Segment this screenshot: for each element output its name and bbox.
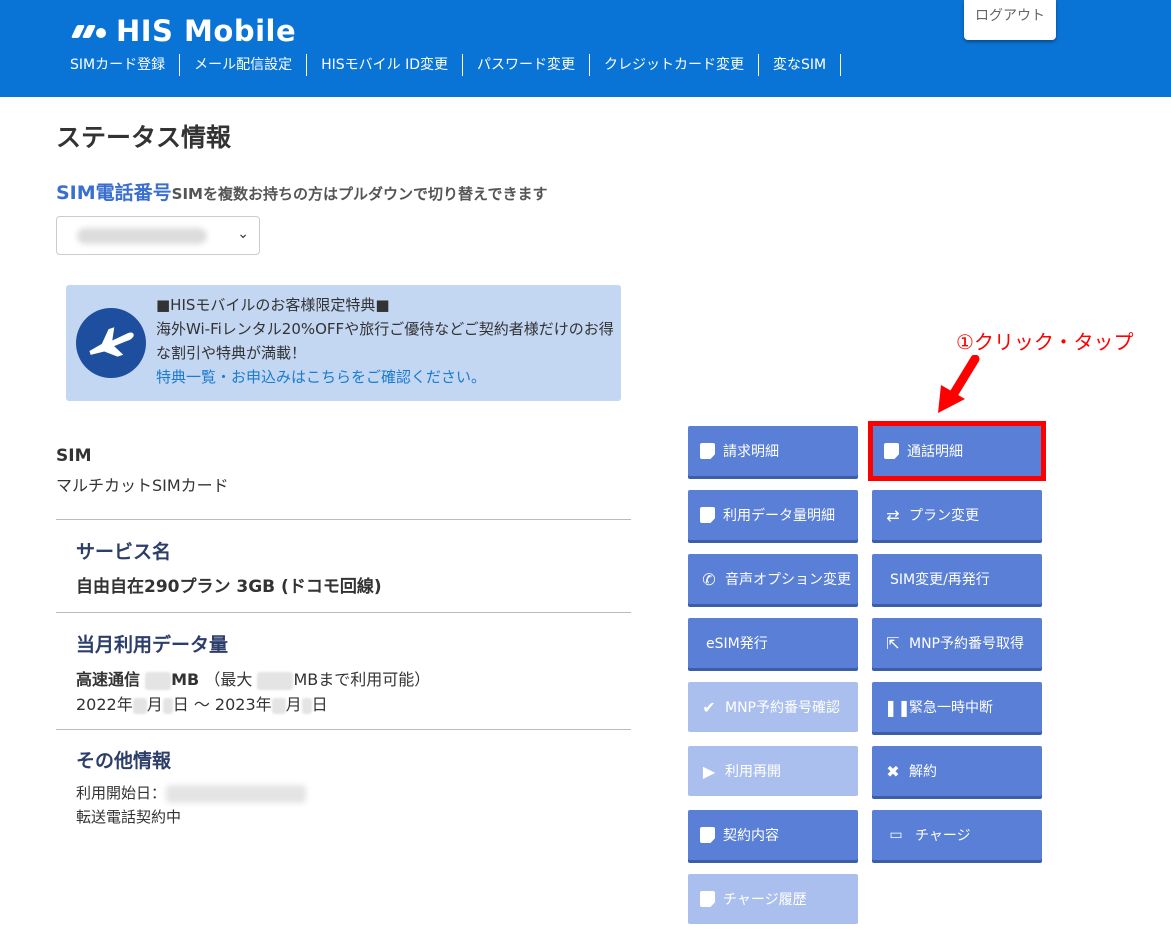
promo-banner: ■HISモバイルのお客様限定特典■ 海外Wi-Fiレンタル20%OFFや旅行ご優… [66, 285, 621, 401]
redacted-value [271, 697, 286, 714]
button-label: 請求明細 [723, 444, 779, 460]
button-label: プラン変更 [909, 508, 979, 524]
charge-history-button[interactable]: チャージ履歴 [688, 874, 858, 924]
battery-icon: ▭ [889, 827, 903, 843]
divider [56, 519, 631, 520]
sim-title: SIM [56, 446, 92, 466]
divider [56, 612, 631, 613]
document-icon [700, 891, 715, 907]
button-label: 音声オプション変更 [725, 572, 851, 588]
annotation-arrow-icon [938, 355, 980, 413]
redacted-value [132, 697, 147, 714]
sim-selector-caption: SIM電話番号SIMを複数お持ちの方はプルダウンで切り替えできます [56, 178, 548, 205]
start-date-label: 利用開始日： [76, 784, 167, 802]
highlight-box [868, 421, 1046, 481]
play-icon: ▶ [702, 761, 716, 781]
sim-selector-note: SIMを複数お持ちの方はプルダウンで切り替えできます [171, 185, 548, 203]
data-usage-details-button[interactable]: 利用データ量明細 [688, 490, 858, 540]
annotation-label: ①クリック・タップ [956, 330, 1134, 354]
button-label: 利用データ量明細 [723, 508, 835, 524]
nav-id-change[interactable]: HISモバイル ID変更 [307, 54, 464, 76]
period-start-year: 2022年 [76, 695, 133, 714]
promo-headline: ■HISモバイルのお客様限定特典■ [156, 296, 390, 314]
resume-service-button[interactable]: ▶ 利用再開 [688, 746, 858, 796]
period-month-label: 月 [285, 695, 302, 714]
nav-sim-register[interactable]: SIMカード登録 [56, 54, 181, 76]
page-title: ステータス情報 [56, 123, 232, 152]
usage-period: 2022年月日 ～ 2023年月日 [76, 691, 328, 715]
start-date: 利用開始日： [76, 782, 307, 803]
charge-button[interactable]: ▭ チャージ [872, 810, 1042, 860]
button-label: eSIM発行 [706, 636, 768, 652]
button-label: 解約 [909, 764, 937, 780]
esim-issue-button[interactable]: eSIM発行 [688, 618, 858, 668]
mnp-number-check-button[interactable]: ✔ MNP予約番号確認 [688, 682, 858, 732]
logout-button[interactable]: ログアウト [964, 0, 1056, 40]
mnp-number-get-button[interactable]: ⇱ MNP予約番号取得 [872, 618, 1042, 668]
redacted-value [257, 671, 294, 690]
sim-number-label: SIM電話番号 [56, 182, 172, 204]
period-month-label: 月 [146, 695, 163, 714]
airplane-icon [76, 308, 146, 378]
main-nav: SIMカード登録 メール配信設定 HISモバイル ID変更 パスワード変更 クレ… [56, 54, 842, 76]
nav-mail-settings[interactable]: メール配信設定 [180, 54, 308, 76]
redacted-value [301, 697, 312, 714]
divider [56, 729, 631, 730]
contract-details-button[interactable]: 契約内容 [688, 810, 858, 860]
pause-icon: ❚❚ [884, 697, 911, 717]
period-range: 日 ～ 2023年 [172, 695, 272, 714]
cancel-contract-button[interactable]: ✖ 解約 [872, 746, 1042, 796]
nav-hen-na-sim[interactable]: 変なSIM [759, 54, 842, 76]
phone-icon: ✆ [702, 569, 716, 589]
sim-number-select[interactable]: ⌄ [56, 216, 260, 255]
max-suffix: MBまで利用可能） [293, 670, 431, 689]
button-label: チャージ [915, 828, 971, 844]
button-label: 契約内容 [723, 828, 779, 844]
chevron-down-icon: ⌄ [237, 226, 249, 242]
max-prefix: （最大 [204, 670, 253, 689]
redacted-value [162, 697, 173, 714]
voice-option-change-button[interactable]: ✆ 音声オプション変更 [688, 554, 858, 604]
promo-link[interactable]: 特典一覧・お申込みはこちらをご確認ください。 [156, 365, 616, 389]
logo-text: HIS Mobile [116, 14, 297, 48]
high-speed-label: 高速通信 [76, 670, 141, 689]
button-label: MNP予約番号確認 [725, 700, 840, 716]
document-icon [700, 827, 715, 843]
plan-change-button[interactable]: ⇄ プラン変更 [872, 490, 1042, 540]
check-icon: ✔ [702, 697, 716, 717]
other-info-title: その他情報 [76, 750, 172, 772]
sim-reissue-button[interactable]: SIM変更/再発行 [872, 554, 1042, 604]
usage-unit: MB [171, 670, 200, 689]
emergency-suspend-button[interactable]: ❚❚ 緊急一時中断 [872, 682, 1042, 732]
button-label: チャージ履歴 [723, 892, 807, 908]
share-icon: ⇱ [886, 633, 900, 653]
promo-text: ■HISモバイルのお客様限定特典■ 海外Wi-Fiレンタル20%OFFや旅行ご優… [156, 293, 616, 389]
swap-arrows-icon: ⇄ [886, 505, 900, 525]
nav-password-change[interactable]: パスワード変更 [463, 54, 591, 76]
redacted-phone-number [77, 228, 207, 244]
data-usage-amount: 高速通信 MB （最大 MBまで利用可能） [76, 666, 430, 690]
document-icon [700, 443, 715, 459]
service-title: サービス名 [76, 541, 172, 563]
billing-details-button[interactable]: 請求明細 [688, 426, 858, 476]
service-name: 自由自在290プラン 3GB (ドコモ回線) [76, 577, 382, 597]
close-icon: ✖ [886, 761, 900, 781]
redacted-value [166, 784, 307, 803]
period-day-label: 日 [311, 695, 328, 714]
button-label: 利用再開 [725, 764, 781, 780]
document-icon [700, 507, 715, 523]
button-label: SIM変更/再発行 [890, 572, 990, 588]
button-label: 緊急一時中断 [909, 700, 993, 716]
nav-credit-card-change[interactable]: クレジットカード変更 [590, 54, 760, 76]
button-label: MNP予約番号取得 [909, 636, 1024, 652]
promo-description: 海外Wi-Fiレンタル20%OFFや旅行ご優待などご契約者様だけのお得な割引や特… [156, 320, 614, 362]
forwarding-status: 転送電話契約中 [76, 808, 182, 826]
sim-type: マルチカットSIMカード [56, 476, 229, 495]
data-usage-title: 当月利用データ量 [76, 634, 229, 656]
redacted-value [145, 671, 172, 690]
logo[interactable]: HIS Mobile [70, 14, 297, 48]
header: HIS Mobile SIMカード登録 メール配信設定 HISモバイル ID変更… [0, 0, 1171, 97]
logo-mark-icon [70, 20, 110, 42]
